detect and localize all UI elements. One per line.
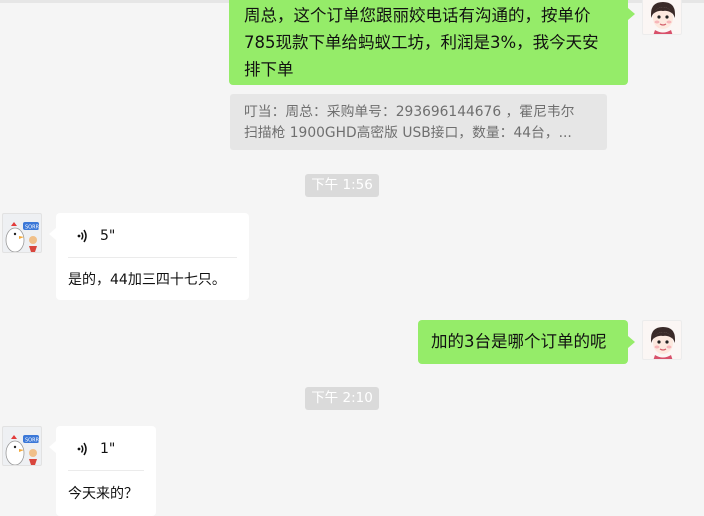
voice-divider <box>68 257 237 258</box>
sent-message-line: 周总，这个订单您跟丽姣电话有沟通的，按单价 <box>244 6 591 25</box>
quoted-message[interactable]: 叮当：周总：采购单号：293696144676 ，霍尼韦尔 扫描枪 1900GH… <box>230 94 607 150</box>
sent-message-text: 加的3台是哪个订单的呢 <box>431 332 607 351</box>
sent-message-line: 785现款下单给蚂蚁工坊，利润是3%，我今天安 <box>244 33 599 52</box>
voice-transcript: 今天来的？ <box>68 486 138 502</box>
quoted-line: 叮当：周总：采购单号：293696144676 ，霍尼韦尔 <box>244 104 575 120</box>
voice-duration: 1" <box>100 441 116 457</box>
quoted-line: 扫描枪 1900GHD高密版 USB接口，数量：44台，... <box>244 125 572 141</box>
sent-message-bubble[interactable]: 周总，这个订单您跟丽姣电话有沟通的，按单价 785现款下单给蚂蚁工坊，利润是3%… <box>229 0 628 85</box>
cartoon-chicken-avatar-icon: SORR <box>5 222 40 252</box>
timestamp: 下午 2:10 <box>305 387 379 410</box>
timestamp: 下午 1:56 <box>305 174 379 197</box>
voice-wave-icon[interactable] <box>74 440 92 458</box>
received-voice-bubble[interactable]: 5" 是的，44加三四十七只。 <box>56 213 249 300</box>
girl-avatar-icon <box>651 2 675 34</box>
voice-wave-icon[interactable] <box>74 227 92 245</box>
received-voice-bubble[interactable]: 1" 今天来的？ <box>56 426 156 516</box>
girl-avatar-icon <box>651 327 675 359</box>
user-avatar[interactable] <box>642 320 682 360</box>
contact-avatar[interactable]: SORR <box>2 426 42 466</box>
cartoon-chicken-avatar-icon: SORR <box>5 435 40 465</box>
svg-text:SORR: SORR <box>25 438 40 444</box>
bubble-tail <box>49 228 56 240</box>
svg-text:SORR: SORR <box>25 225 40 231</box>
bubble-tail <box>628 8 635 20</box>
voice-duration: 5" <box>100 228 116 244</box>
sent-message-line: 排下单 <box>244 60 294 79</box>
sent-message-bubble[interactable]: 加的3台是哪个订单的呢 <box>418 320 628 364</box>
voice-divider <box>68 470 144 471</box>
contact-avatar[interactable]: SORR <box>2 213 42 253</box>
bubble-tail <box>49 441 56 453</box>
user-avatar[interactable] <box>642 0 682 35</box>
voice-transcript: 是的，44加三四十七只。 <box>68 272 226 288</box>
bubble-tail <box>628 336 635 348</box>
